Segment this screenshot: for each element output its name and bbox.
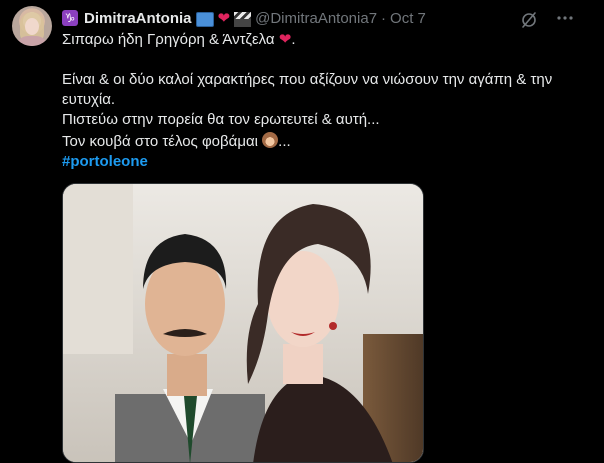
separator-dot: ·: [381, 9, 387, 27]
tweet-timestamp[interactable]: Oct 7: [390, 10, 426, 27]
tweet-line: Πιστεύω στην πορεία θα τον ερωτευτεί & α…: [62, 111, 380, 128]
author-name[interactable]: DimitraAntonia: [84, 10, 192, 27]
tweet-line: Τον κουβά στο τέλος φοβάμαι ...: [62, 130, 592, 152]
tweet-photo[interactable]: [62, 183, 424, 463]
tweet-line-text: Τον κουβά στο τέλος φοβάμαι: [62, 133, 258, 150]
tweet-line-text: Σιπαρω ήδη Γρηγόρη & Άντζελα: [62, 31, 275, 48]
tweet-actions: [520, 9, 574, 31]
tweet-header: ♑ DimitraAntonia ❤ @DimitraAntonia7 · Oc…: [62, 8, 426, 28]
punctuation: .: [291, 31, 296, 48]
more-icon[interactable]: [556, 9, 574, 31]
woman-neck: [283, 344, 323, 384]
avatar-dress: [16, 36, 48, 46]
tweet-line: #portoleone: [62, 152, 592, 172]
red-heart-icon: ❤: [278, 31, 292, 48]
man-neck: [167, 354, 207, 396]
grok-icon[interactable]: [520, 11, 538, 29]
ellipsis: ...: [278, 133, 291, 150]
tweet-line: Είναι & οι δύο καλοί χαρακτήρες που αξίζ…: [62, 71, 553, 108]
photo-wall: [63, 184, 133, 354]
tv-icon: [195, 11, 214, 27]
photo-illustration: [63, 184, 423, 462]
tweet-text: Σιπαρω ήδη Γρηγόρη & Άντζελα ❤. Είναι & …: [62, 30, 592, 172]
avatar-face: [25, 18, 39, 35]
author-avatar[interactable]: [12, 6, 52, 46]
tweet-line: Σιπαρω ήδη Γρηγόρη & Άντζελα ❤.: [62, 30, 592, 50]
see-no-evil-monkey-icon: [262, 132, 279, 148]
red-heart-icon: ❤: [217, 10, 231, 27]
zodiac-icon: ♑: [62, 10, 78, 26]
hashtag-link[interactable]: #portoleone: [62, 153, 148, 170]
tweet-card[interactable]: ♑ DimitraAntonia ❤ @DimitraAntonia7 · Oc…: [0, 0, 604, 463]
line-spacer: [62, 50, 592, 70]
woman-earring: [329, 322, 337, 330]
author-handle[interactable]: @DimitraAntonia7: [255, 10, 377, 27]
clapper-icon: [234, 11, 252, 27]
